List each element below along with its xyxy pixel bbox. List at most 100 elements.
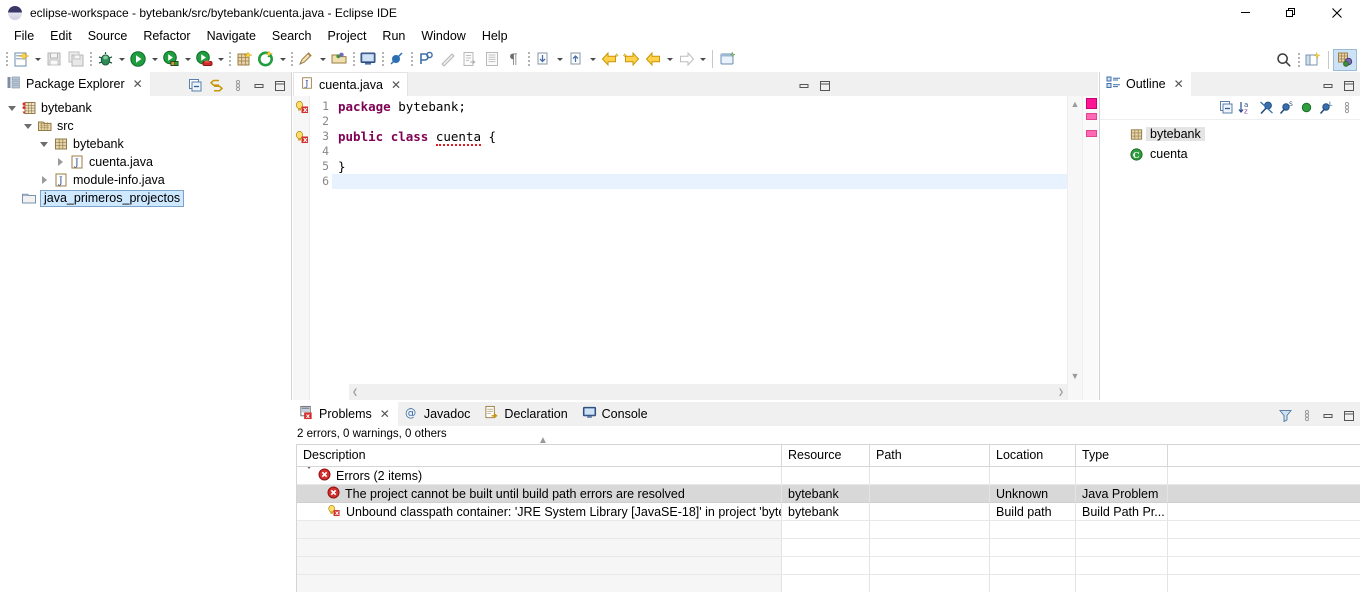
column-header-type[interactable]: Type <box>1076 445 1168 466</box>
run-external-tools-icon[interactable] <box>160 48 182 70</box>
chevron-down-icon[interactable] <box>36 141 52 147</box>
hide-fields-icon[interactable] <box>1257 98 1276 117</box>
code-line-5[interactable]: } <box>332 159 1067 174</box>
navigate-forward-dropdown-icon[interactable] <box>697 48 708 70</box>
run-dropdown-icon[interactable] <box>149 48 160 70</box>
menu-navigate[interactable]: Navigate <box>199 27 264 45</box>
minimize-icon[interactable] <box>1318 76 1337 95</box>
column-header-location[interactable]: Location <box>990 445 1076 466</box>
error-overview-mark[interactable] <box>1086 98 1097 109</box>
tab-problems[interactable]: x Problems ✕ <box>293 402 398 426</box>
chevron-right-icon[interactable] <box>52 158 68 166</box>
tree-item-bytebank-package[interactable]: bytebank <box>0 135 291 153</box>
menu-run[interactable]: Run <box>374 27 413 45</box>
menu-refactor[interactable]: Refactor <box>135 27 198 45</box>
maximize-icon[interactable] <box>270 76 289 95</box>
tab-javadoc[interactable]: @ Javadoc <box>398 402 479 426</box>
tree-item-bytebank-project[interactable]: bytebank <box>0 99 291 117</box>
editor-marker-gutter[interactable]: x x <box>293 96 310 400</box>
menu-source[interactable]: Source <box>80 27 136 45</box>
new-java-project-icon[interactable] <box>233 48 255 70</box>
maximize-icon[interactable] <box>1339 76 1358 95</box>
back-icon[interactable] <box>598 48 620 70</box>
cell-description[interactable]: Errors (2 items) <box>297 467 782 485</box>
navigate-back-dropdown-icon[interactable] <box>664 48 675 70</box>
open-perspective-icon[interactable] <box>1302 49 1324 71</box>
run-external-dropdown-icon[interactable] <box>182 48 193 70</box>
menu-edit[interactable]: Edit <box>42 27 80 45</box>
close-icon[interactable]: ✕ <box>133 77 143 91</box>
last-edit-dropdown-icon[interactable] <box>554 48 565 70</box>
editor-horizontal-scrollbar[interactable]: ❮ ❯ <box>349 384 1067 400</box>
editor-tab-cuenta-java[interactable]: J cuenta.java ✕ <box>293 72 408 96</box>
editor-code-area[interactable]: package bytebank; public class cuenta { … <box>332 96 1067 400</box>
navigate-back-icon[interactable] <box>642 48 664 70</box>
open-task-icon[interactable] <box>357 48 379 70</box>
code-line-3[interactable]: public class cuenta { <box>332 129 1067 146</box>
link-with-editor-icon[interactable] <box>207 76 226 95</box>
quick-access-search-icon[interactable] <box>1273 49 1295 71</box>
close-icon[interactable]: ✕ <box>380 407 390 421</box>
cell-description[interactable]: The project cannot be built until build … <box>297 485 782 503</box>
hide-local-types-icon[interactable]: L <box>1317 98 1336 117</box>
editor-overview-ruler[interactable] <box>1082 96 1098 400</box>
tab-outline[interactable]: Outline ✕ <box>1100 72 1191 96</box>
annotation-overview-mark[interactable] <box>1086 113 1097 120</box>
warning-error-marker-icon[interactable]: x <box>293 129 309 144</box>
chevron-down-icon[interactable] <box>305 467 313 483</box>
chevron-down-icon[interactable] <box>20 123 36 129</box>
close-button[interactable] <box>1314 0 1360 25</box>
sort-alphabetically-icon[interactable]: az <box>1237 98 1256 117</box>
pilcrow-icon[interactable]: ¶ <box>503 48 525 70</box>
package-explorer-tree[interactable]: bytebank src bytebank J cuenta.java J mo… <box>0 96 291 400</box>
problems-table[interactable]: ▲ Description Resource Path Location Typ… <box>296 435 1360 592</box>
outline-item-bytebank[interactable]: bytebank <box>1100 124 1360 144</box>
view-menu-icon[interactable] <box>1297 406 1316 425</box>
refresh-icon[interactable] <box>255 48 277 70</box>
menu-help[interactable]: Help <box>474 27 516 45</box>
tab-console[interactable]: Console <box>576 402 656 426</box>
code-line-4[interactable] <box>332 144 1067 159</box>
skip-breakpoints-icon[interactable] <box>386 48 408 70</box>
tab-declaration[interactable]: Declaration <box>478 402 575 426</box>
new-wizard-dropdown-icon[interactable] <box>32 48 43 70</box>
debug-dropdown-icon[interactable] <box>116 48 127 70</box>
minimize-icon[interactable] <box>794 76 813 95</box>
next-annotation-dropdown-icon[interactable] <box>587 48 598 70</box>
filter-icon[interactable] <box>1276 406 1295 425</box>
open-type-icon[interactable] <box>328 48 350 70</box>
tree-item-src[interactable]: src <box>0 117 291 135</box>
table-row[interactable]: x Unbound classpath container: 'JRE Syst… <box>297 503 1360 521</box>
editor-vertical-scrollbar[interactable]: ▲ ▼ <box>1067 96 1082 400</box>
code-line-2[interactable] <box>332 114 1067 129</box>
hide-static-icon[interactable]: S <box>1277 98 1296 117</box>
chevron-right-icon[interactable] <box>36 176 52 184</box>
menu-project[interactable]: Project <box>320 27 375 45</box>
chevron-down-icon[interactable] <box>4 105 20 111</box>
menu-file[interactable]: File <box>6 27 42 45</box>
last-edit-location-icon[interactable] <box>532 48 554 70</box>
scroll-right-icon[interactable]: ❯ <box>1058 387 1064 398</box>
run-icon[interactable] <box>127 48 149 70</box>
search-icon-2[interactable] <box>295 48 317 70</box>
column-header-resource[interactable]: Resource <box>782 445 870 466</box>
outline-item-cuenta[interactable]: C cuenta <box>1100 144 1360 164</box>
menu-window[interactable]: Window <box>413 27 473 45</box>
tree-item-java-primeros-projectos[interactable]: java_primeros_projectos <box>0 189 291 207</box>
close-icon[interactable]: ✕ <box>1174 77 1184 91</box>
minimize-icon[interactable] <box>1318 406 1337 425</box>
new-wizard-icon[interactable] <box>10 48 32 70</box>
scroll-down-icon[interactable]: ▼ <box>1068 368 1082 383</box>
table-row[interactable]: Errors (2 items) <box>297 467 1360 485</box>
menu-search[interactable]: Search <box>264 27 320 45</box>
search-dropdown-icon[interactable] <box>317 48 328 70</box>
annotation-overview-mark[interactable] <box>1086 130 1097 137</box>
cell-description[interactable]: x Unbound classpath container: 'JRE Syst… <box>297 503 782 521</box>
debug-icon[interactable] <box>94 48 116 70</box>
column-header-path[interactable]: Path <box>870 445 990 466</box>
tree-item-module-info-java[interactable]: J module-info.java <box>0 171 291 189</box>
minimize-icon[interactable] <box>249 76 268 95</box>
next-annotation-icon[interactable] <box>565 48 587 70</box>
editor-body[interactable]: x x 1 2 3 4 5 6 package bytebank; public… <box>293 96 1098 400</box>
collapse-all-icon[interactable] <box>186 76 205 95</box>
